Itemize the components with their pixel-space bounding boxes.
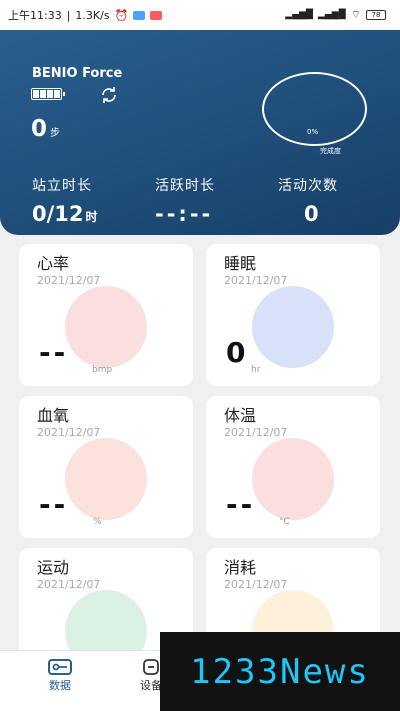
progress-percent: 0%	[307, 128, 319, 136]
card-title: 睡眠	[224, 254, 257, 273]
blood-oxygen-icon	[65, 438, 147, 520]
tab-data[interactable]: 数据	[30, 651, 90, 711]
card-date: 2021/12/07	[37, 426, 101, 439]
battery-icon: 78	[366, 10, 386, 20]
card-title: 血氧	[37, 406, 70, 425]
device-summary-header: BENIO Force 0 步 0% 完成度 站立时长 0/12 时 活跃时长 -…	[0, 30, 400, 235]
sync-icon[interactable]	[99, 85, 119, 105]
card-title: 心率	[37, 254, 70, 273]
stat-value: --:--	[155, 202, 214, 226]
card-title: 体温	[224, 406, 257, 425]
card-temperature[interactable]: 体温 2021/12/07 -- °C	[206, 396, 380, 538]
card-value: 0	[226, 336, 249, 369]
card-date: 2021/12/07	[37, 578, 101, 591]
status-divider: |	[66, 8, 71, 22]
stat-label: 活跃时长	[155, 178, 215, 194]
card-unit: hr	[251, 365, 261, 375]
card-date: 2021/12/07	[224, 274, 288, 287]
card-unit: bmp	[92, 365, 113, 375]
card-date: 2021/12/07	[37, 274, 101, 287]
progress-label: 完成度	[320, 147, 341, 155]
status-bar: 上午11:33 | 1.3K/s ⏰ ▂▄▆█ ▂▄▆█ ⌔ 78	[0, 0, 400, 30]
battery-full-icon	[31, 88, 65, 100]
card-blood-oxygen[interactable]: 血氧 2021/12/07 -- %	[19, 396, 193, 538]
card-heart-rate[interactable]: 心率 2021/12/07 -- bmp	[19, 244, 193, 386]
stat-unit: 时	[85, 210, 98, 224]
stat-standing-time: 站立时长 0/12 时	[32, 175, 98, 226]
stat-value: 0	[304, 202, 319, 226]
thermometer-icon	[252, 438, 334, 520]
card-unit: °C	[279, 517, 290, 527]
stat-label: 活动次数	[278, 178, 338, 194]
stat-active-time: 活跃时长 --:--	[155, 175, 215, 226]
card-sleep[interactable]: 睡眠 2021/12/07 0 hr	[206, 244, 380, 386]
status-time: 上午11:33	[8, 9, 62, 22]
moon-icon	[252, 286, 334, 368]
heart-icon	[65, 286, 147, 368]
stat-activity-count: 活动次数 0	[278, 175, 338, 226]
steps-counter: 0 步	[31, 116, 60, 142]
card-value: --	[39, 488, 69, 521]
device-name[interactable]: BENIO Force	[32, 66, 122, 81]
data-icon	[48, 659, 72, 675]
card-value: --	[39, 336, 69, 369]
stat-label: 站立时长	[32, 178, 92, 194]
watermark-logo: 1233News	[160, 632, 400, 711]
alarm-icon: ⏰	[114, 8, 129, 22]
steps-value: 0	[31, 116, 48, 142]
card-date: 2021/12/07	[224, 426, 288, 439]
steps-unit: 步	[50, 128, 61, 139]
weather-icon	[133, 10, 146, 20]
signal-icon: ▂▄▆█	[285, 10, 313, 20]
signal-icon-2: ▂▄▆█	[317, 10, 346, 20]
tab-label: 数据	[49, 679, 71, 692]
stat-value: 0/12	[32, 202, 84, 226]
card-title: 消耗	[224, 558, 257, 577]
card-unit: %	[93, 517, 102, 527]
card-value: --	[226, 488, 256, 521]
status-network-speed: 1.3K/s	[75, 8, 110, 22]
card-date: 2021/12/07	[224, 578, 288, 591]
wifi-icon: ⌔	[350, 8, 361, 21]
card-title: 运动	[37, 558, 70, 577]
notification-icon	[150, 10, 163, 20]
